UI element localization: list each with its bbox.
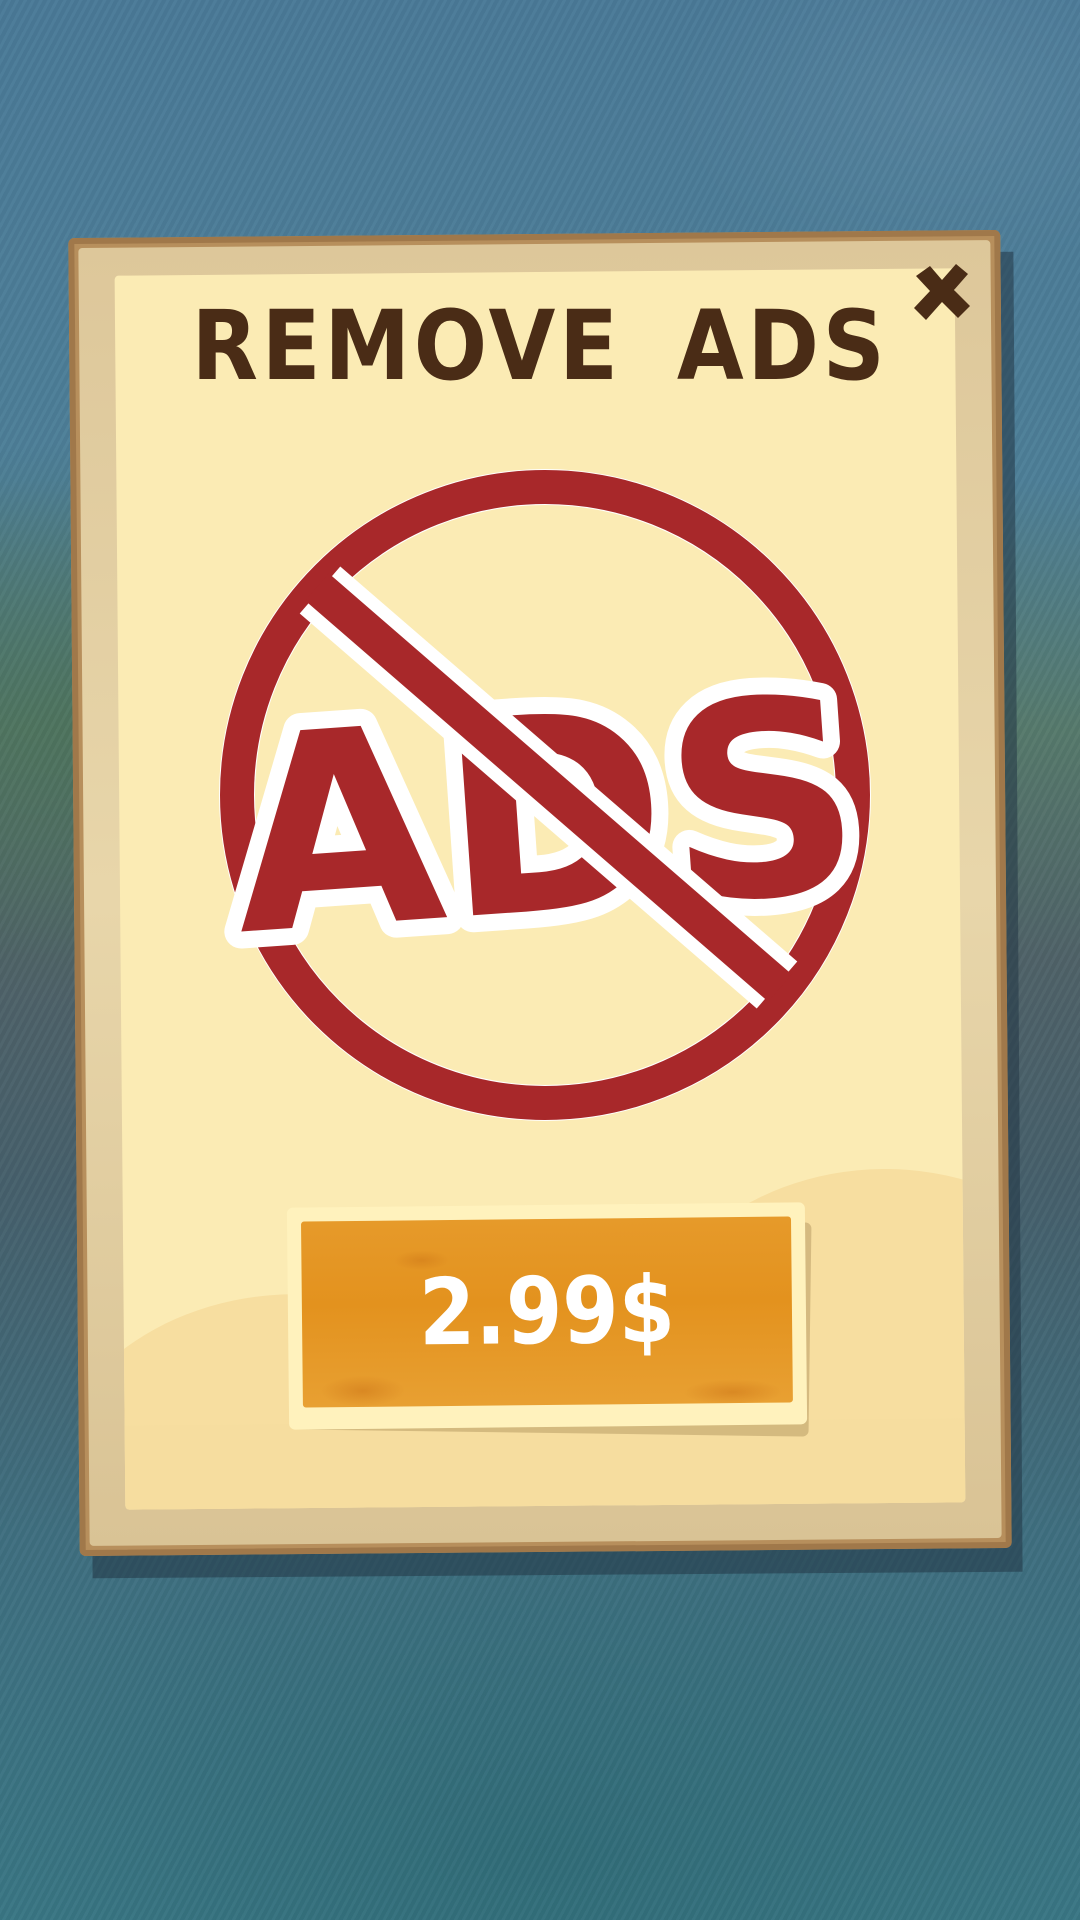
button-frame: 2.99$	[286, 1202, 808, 1430]
price-label: 2.99$	[418, 1256, 676, 1366]
dialog-title: REMOVE ADS	[191, 290, 889, 402]
no-ads-prohibition-icon: ADS ADS	[206, 469, 887, 1121]
buy-button[interactable]: 2.99$	[286, 1202, 812, 1437]
close-x-icon	[914, 264, 970, 320]
close-button[interactable]	[908, 258, 976, 326]
no-ads-badge: ADS ADS	[205, 455, 887, 1135]
